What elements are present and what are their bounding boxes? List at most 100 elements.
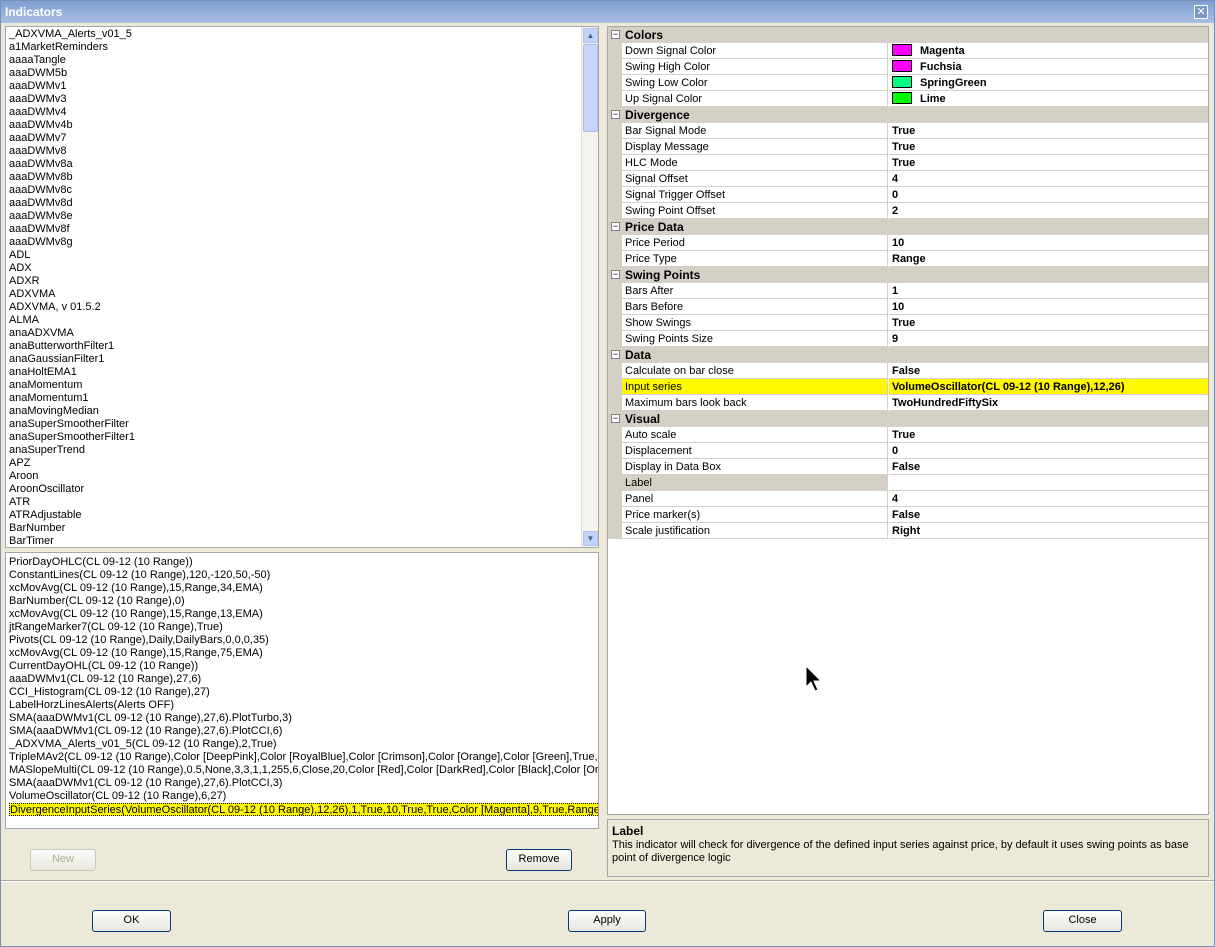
indicator-list-item[interactable]: APZ (6, 457, 584, 470)
property-row[interactable]: HLC Mode True (608, 155, 1208, 171)
property-grid[interactable]: − Colors Down Signal Color Magenta Swing Hig… (607, 26, 1209, 815)
scroll-thumb[interactable] (583, 44, 598, 132)
applied-indicator-item[interactable]: SMA(aaaDWMv1(CL 09-12 (10 Range),27,6).P… (6, 777, 598, 790)
indicator-list-item[interactable]: anaGaussianFilter1 (6, 353, 584, 366)
indicator-list-item[interactable]: ADXVMA, v 01.5.2 (6, 301, 584, 314)
property-row[interactable]: Input series VolumeOscillator(CL 09-12 (1… (608, 379, 1208, 395)
scroll-down-arrow-icon[interactable]: ▼ (583, 531, 598, 546)
property-row[interactable]: Bars Before 10 (608, 299, 1208, 315)
property-row[interactable]: Price Period 10 (608, 235, 1208, 251)
property-row[interactable]: Panel 4 (608, 491, 1208, 507)
property-value[interactable]: False (889, 363, 1208, 379)
indicator-list-item[interactable]: anaADXVMA (6, 327, 584, 340)
property-row[interactable]: Displacement 0 (608, 443, 1208, 459)
indicator-list-item[interactable]: ATRAdjustable (6, 509, 584, 522)
indicator-list-item[interactable]: a1MarketReminders (6, 41, 584, 54)
property-row[interactable]: Auto scale True (608, 427, 1208, 443)
property-value[interactable]: True (889, 155, 1208, 171)
indicator-list-item[interactable]: anaMomentum1 (6, 392, 584, 405)
property-row[interactable]: Bars After 1 (608, 283, 1208, 299)
property-row[interactable]: Up Signal Color Lime (608, 91, 1208, 107)
property-row[interactable]: Label (608, 475, 1208, 491)
property-value[interactable]: 2 (889, 203, 1208, 219)
property-row[interactable]: Swing Low Color SpringGreen (608, 75, 1208, 91)
property-value[interactable]: TwoHundredFiftySix (889, 395, 1208, 411)
property-row[interactable]: Price Type Range (608, 251, 1208, 267)
property-row[interactable]: Price marker(s) False (608, 507, 1208, 523)
collapse-icon[interactable]: − (611, 222, 620, 231)
indicator-list-item[interactable]: ADX (6, 262, 584, 275)
indicator-list-item[interactable]: ADXVMA (6, 288, 584, 301)
remove-button[interactable]: Remove (506, 849, 572, 871)
property-value[interactable]: 0 (889, 187, 1208, 203)
indicator-list-item[interactable]: aaaDWM5b (6, 67, 584, 80)
property-row[interactable]: Scale justification Right (608, 523, 1208, 539)
property-row[interactable]: Swing Point Offset 2 (608, 203, 1208, 219)
applied-indicator-item[interactable]: CurrentDayOHL(CL 09-12 (10 Range)) (6, 660, 598, 673)
indicator-list-item[interactable]: aaaDWMv8e (6, 210, 584, 223)
property-value[interactable]: 4 (889, 171, 1208, 187)
applied-indicator-item[interactable]: _ADXVMA_Alerts_v01_5(CL 09-12 (10 Range)… (6, 738, 598, 751)
indicator-list-item[interactable]: anaMovingMedian (6, 405, 584, 418)
property-category[interactable]: − Visual (608, 411, 1208, 427)
indicator-list-item[interactable]: anaSuperSmootherFilter1 (6, 431, 584, 444)
property-value[interactable]: Magenta (889, 43, 1208, 59)
property-value[interactable]: 10 (889, 235, 1208, 251)
property-value[interactable]: True (889, 427, 1208, 443)
indicator-list-item[interactable]: anaSuperTrend (6, 444, 584, 457)
property-value[interactable]: Range (889, 251, 1208, 267)
property-row[interactable]: Display Message True (608, 139, 1208, 155)
property-row[interactable]: Signal Trigger Offset 0 (608, 187, 1208, 203)
indicator-list-item[interactable]: aaaDWMv8b (6, 171, 584, 184)
applied-indicator-item[interactable]: xcMovAvg(CL 09-12 (10 Range),15,Range,75… (6, 647, 598, 660)
indicator-list-item[interactable]: aaaDWMv7 (6, 132, 584, 145)
applied-indicator-item[interactable]: CCI_Histogram(CL 09-12 (10 Range),27) (6, 686, 598, 699)
indicator-list-item[interactable]: ATR (6, 496, 584, 509)
property-value[interactable]: VolumeOscillator(CL 09-12 (10 Range),12,… (889, 379, 1208, 395)
collapse-icon[interactable]: − (611, 270, 620, 279)
property-row[interactable]: Calculate on bar close False (608, 363, 1208, 379)
applied-indicators-list[interactable]: PriorDayOHLC(CL 09-12 (10 Range)) Constan… (5, 552, 599, 829)
applied-indicator-item[interactable]: TripleMAv2(CL 09-12 (10 Range),Color [De… (6, 751, 598, 764)
indicator-list-item[interactable]: aaaDWMv8f (6, 223, 584, 236)
indicator-list-item[interactable]: BarNumber (6, 522, 584, 535)
scroll-up-arrow-icon[interactable]: ▲ (583, 28, 598, 43)
indicator-list-item[interactable]: ADL (6, 249, 584, 262)
property-value[interactable]: 0 (889, 443, 1208, 459)
indicator-list-item[interactable]: aaaDWMv8g (6, 236, 584, 249)
collapse-icon[interactable]: − (611, 414, 620, 423)
ok-button[interactable]: OK (92, 910, 171, 932)
property-category[interactable]: − Data (608, 347, 1208, 363)
collapse-icon[interactable]: − (611, 110, 620, 119)
property-value[interactable]: True (889, 123, 1208, 139)
applied-indicator-item[interactable]: BarNumber(CL 09-12 (10 Range),0) (6, 595, 598, 608)
property-value[interactable]: Lime (889, 91, 1208, 107)
property-value[interactable]: 9 (889, 331, 1208, 347)
property-row[interactable]: Swing Points Size 9 (608, 331, 1208, 347)
indicator-list-item[interactable]: BarTimer (6, 535, 584, 547)
indicator-list-item[interactable]: aaaDWMv8 (6, 145, 584, 158)
apply-button[interactable]: Apply (568, 910, 646, 932)
indicator-list-item[interactable]: aaaDWMv4b (6, 119, 584, 132)
title-bar[interactable]: Indicators ✕ (1, 1, 1214, 23)
property-category[interactable]: − Swing Points (608, 267, 1208, 283)
property-value[interactable]: Fuchsia (889, 59, 1208, 75)
property-value[interactable]: True (889, 315, 1208, 331)
new-button[interactable]: New (30, 849, 96, 871)
indicator-list-item[interactable]: aaaDWMv3 (6, 93, 584, 106)
indicator-list-item[interactable]: aaaDWMv8d (6, 197, 584, 210)
indicator-list-item[interactable]: aaaDWMv8a (6, 158, 584, 171)
applied-indicator-item[interactable]: MASlopeMulti(CL 09-12 (10 Range),0.5,Non… (6, 764, 598, 777)
applied-indicator-item[interactable]: VolumeOscillator(CL 09-12 (10 Range),6,2… (6, 790, 598, 803)
indicator-list-item[interactable]: anaButterworthFilter1 (6, 340, 584, 353)
window-close-icon[interactable]: ✕ (1194, 5, 1208, 19)
applied-indicator-item[interactable]: jtRangeMarker7(CL 09-12 (10 Range),True) (6, 621, 598, 634)
property-row[interactable]: Bar Signal Mode True (608, 123, 1208, 139)
indicator-list-item[interactable]: anaMomentum (6, 379, 584, 392)
applied-indicator-item[interactable]: aaaDWMv1(CL 09-12 (10 Range),27,6) (6, 673, 598, 686)
property-row[interactable]: Show Swings True (608, 315, 1208, 331)
indicator-list-item[interactable]: ALMA (6, 314, 584, 327)
applied-indicator-item[interactable]: xcMovAvg(CL 09-12 (10 Range),15,Range,34… (6, 582, 598, 595)
applied-indicator-item[interactable]: DivergenceInputSeries(VolumeOscillator(C… (9, 803, 598, 816)
indicator-list-item[interactable]: aaaDWMv4 (6, 106, 584, 119)
